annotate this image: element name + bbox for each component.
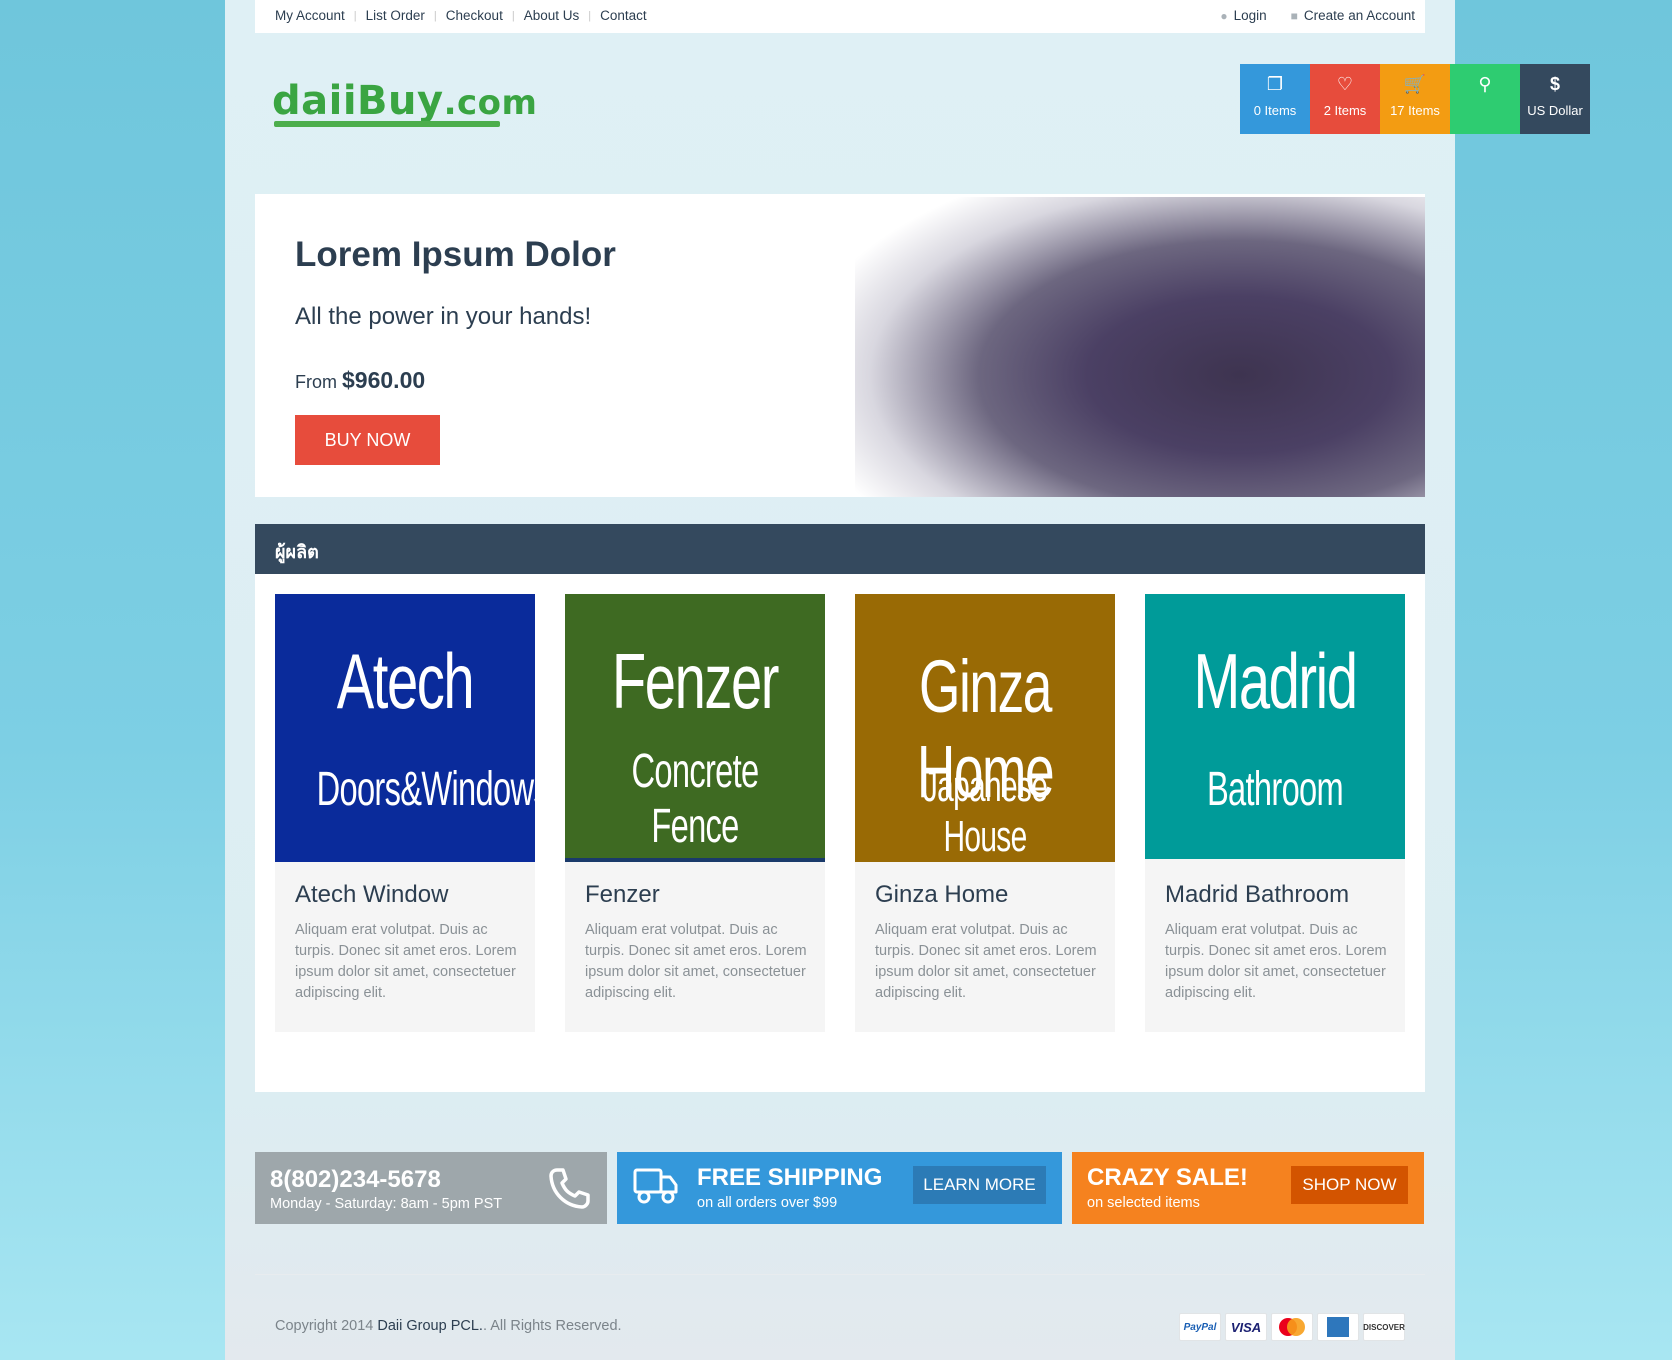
card-image[interactable]: Ginza Home Japanese House: [855, 594, 1115, 862]
card-image[interactable]: Fenzer Concrete Fence: [565, 594, 825, 862]
manufacturer-card[interactable]: Ginza Home Japanese House Ginza Home Ali…: [855, 594, 1115, 1032]
discover-icon: DISCOVER: [1363, 1313, 1405, 1341]
heart-icon: ♡: [1336, 74, 1354, 94]
wishlist-box[interactable]: ♡ 2 Items: [1310, 64, 1380, 134]
cart-box[interactable]: 🛒 17 Items: [1380, 64, 1450, 134]
logo-tld: .com: [443, 83, 538, 123]
mastercard-icon: [1271, 1313, 1313, 1341]
compare-icon: ❐: [1266, 74, 1284, 94]
card-title[interactable]: Madrid Bathroom: [1165, 881, 1349, 909]
about-us-link[interactable]: About Us: [524, 8, 580, 23]
card-description: Aliquam erat volutpat. Duis ac turpis. D…: [875, 922, 1097, 1001]
card-image-subtitle: Doors&Windows: [316, 763, 535, 816]
location-box[interactable]: ⚲: [1450, 64, 1520, 134]
sale-subtitle: on selected items: [1087, 1195, 1200, 1211]
shipping-title: FREE SHIPPING: [697, 1164, 883, 1191]
phone-icon: [549, 1168, 590, 1209]
divider: |: [353, 9, 357, 22]
visa-icon: VISA: [1225, 1313, 1267, 1341]
wishlist-count: 2 Items: [1323, 103, 1367, 118]
card-description: Aliquam erat volutpat. Duis ac turpis. D…: [295, 922, 517, 1001]
phone-promo: 8(802)234-5678 Monday - Saturday: 8am - …: [255, 1152, 607, 1224]
hero-subtitle: All the power in your hands!: [295, 303, 592, 330]
truck-icon: [633, 1168, 678, 1204]
amex-mark: [1327, 1317, 1349, 1337]
shop-now-button[interactable]: SHOP NOW: [1291, 1166, 1408, 1204]
card-image-subtitle: Concrete Fence: [631, 745, 759, 853]
dollar-icon: $: [1549, 74, 1560, 94]
shipping-subtitle: on all orders over $99: [697, 1195, 838, 1211]
divider: |: [511, 9, 515, 22]
price-prefix: From: [295, 372, 337, 392]
logo-underline: [274, 121, 500, 127]
company-link[interactable]: Daii Group PCL.: [377, 1318, 483, 1334]
page-container: My Account | List Order | Checkout | Abo…: [225, 0, 1590, 1360]
copyright-suffix: . All Rights Reserved.: [482, 1318, 622, 1334]
copyright: Copyright 2014 Daii Group PCL.. All Righ…: [275, 1318, 622, 1334]
card-image[interactable]: Madrid Bathroom: [1145, 594, 1405, 859]
site-logo[interactable]: daiiBuy.com: [272, 78, 537, 124]
compare-count: 0 Items: [1253, 103, 1297, 118]
card-description: Aliquam erat volutpat. Duis ac turpis. D…: [1165, 922, 1387, 1001]
manufacturer-card[interactable]: Madrid Bathroom Madrid Bathroom Aliquam …: [1145, 594, 1405, 1032]
hero-product-image: [855, 197, 1425, 497]
learn-more-button[interactable]: LEARN MORE: [913, 1166, 1046, 1204]
manufacturer-card[interactable]: Atech Doors&Windows Atech Window Aliquam…: [275, 594, 535, 1032]
hero-price: From $960.00: [295, 367, 425, 394]
manufacturers-panel: Atech Doors&Windows Atech Window Aliquam…: [255, 574, 1425, 1092]
card-title[interactable]: Atech Window: [295, 881, 448, 909]
login-link[interactable]: ● Login: [1220, 8, 1266, 23]
card-image-subtitle: Bathroom: [1206, 763, 1344, 816]
cart-count: 17 Items: [1390, 103, 1440, 118]
card-title[interactable]: Ginza Home: [875, 881, 1008, 909]
paypal-icon: PayPal: [1179, 1313, 1221, 1341]
create-account-link[interactable]: ■ Create an Account: [1291, 8, 1415, 23]
account-links: ● Login ■ Create an Account: [1220, 8, 1415, 23]
footer-divider: [255, 1274, 1425, 1275]
card-image-title: Fenzer: [611, 637, 780, 725]
shipping-promo: FREE SHIPPING on all orders over $99 LEA…: [617, 1152, 1062, 1224]
sale-title: CRAZY SALE!: [1087, 1164, 1248, 1191]
lock-icon: ■: [1290, 9, 1298, 23]
card-image-title: Atech: [336, 637, 475, 725]
card-title[interactable]: Fenzer: [585, 881, 660, 909]
section-title: ผู้ผลิต: [275, 542, 319, 562]
login-label: Login: [1233, 8, 1267, 23]
create-account-label: Create an Account: [1303, 8, 1415, 23]
buy-now-button[interactable]: BUY NOW: [295, 415, 440, 465]
phone-number: 8(802)234-5678: [270, 1166, 441, 1193]
mastercard-circles: [1279, 1318, 1305, 1336]
payment-methods: PayPal VISA DISCOVER: [1179, 1313, 1405, 1341]
section-header: ผู้ผลิต: [255, 524, 1425, 574]
top-nav: My Account | List Order | Checkout | Abo…: [275, 8, 647, 23]
currency-box[interactable]: $ US Dollar: [1520, 64, 1590, 134]
list-order-link[interactable]: List Order: [366, 8, 425, 23]
manufacturer-card[interactable]: Fenzer Concrete Fence Fenzer Aliquam era…: [565, 594, 825, 1032]
logo-name: daiiBuy: [272, 78, 444, 124]
copyright-prefix: Copyright 2014: [275, 1318, 374, 1334]
divider: |: [433, 9, 437, 22]
sale-promo: CRAZY SALE! on selected items SHOP NOW: [1072, 1152, 1424, 1224]
compare-box[interactable]: ❐ 0 Items: [1240, 64, 1310, 134]
top-bar: My Account | List Order | Checkout | Abo…: [255, 0, 1425, 33]
amex-icon: [1317, 1313, 1359, 1341]
cart-icon: 🛒: [1403, 74, 1427, 94]
hero-banner: Lorem Ipsum Dolor All the power in your …: [255, 194, 1425, 497]
card-image[interactable]: Atech Doors&Windows: [275, 594, 535, 862]
user-icon: ●: [1220, 9, 1228, 23]
card-description: Aliquam erat volutpat. Duis ac turpis. D…: [585, 922, 807, 1001]
map-marker-icon: ⚲: [1478, 74, 1492, 94]
price-value: $960.00: [342, 367, 426, 393]
business-hours: Monday - Saturday: 8am - 5pm PST: [270, 1196, 503, 1212]
divider: |: [588, 9, 592, 22]
checkout-link[interactable]: Checkout: [446, 8, 503, 23]
my-account-link[interactable]: My Account: [275, 8, 345, 23]
card-image-subtitle: Japanese House: [922, 762, 1048, 861]
currency-label: US Dollar: [1527, 103, 1583, 118]
card-image-title: Madrid: [1193, 637, 1357, 725]
hero-title: Lorem Ipsum Dolor: [295, 235, 616, 274]
contact-link[interactable]: Contact: [600, 8, 647, 23]
